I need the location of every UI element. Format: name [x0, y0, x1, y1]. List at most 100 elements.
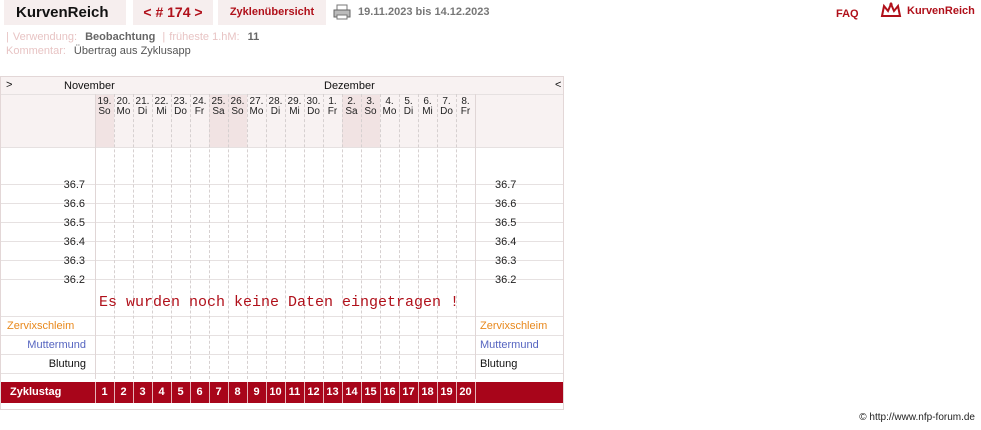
cycle-day-separator — [361, 382, 362, 403]
day-header: 24. Fr — [190, 97, 209, 117]
cycle-day-separator — [190, 382, 191, 403]
temp-tick-left: 36.3 — [63, 255, 85, 267]
day-grid-line — [361, 94, 362, 379]
day-header: 26. So — [228, 97, 247, 117]
cycle-day-separator — [209, 382, 210, 403]
row-label-muttermund-right: Muttermund — [480, 339, 539, 351]
day-weekday: Sa — [345, 106, 358, 117]
cycle-day-number: 12 — [307, 386, 320, 398]
day-weekday: Di — [270, 106, 281, 117]
day-weekday: Fr — [327, 106, 338, 117]
cycle-day-separator — [95, 382, 96, 403]
cycle-day-separator — [437, 382, 438, 403]
cycle-day-separator — [380, 382, 381, 403]
comment-label: Kommentar: — [6, 45, 66, 57]
day-header: 1. Fr — [323, 97, 342, 117]
month-label-november: November — [64, 80, 115, 92]
cycle-day-number: 8 — [234, 386, 241, 398]
grid-line — [1, 94, 563, 95]
grid-line — [1, 335, 563, 336]
day-grid-line — [399, 94, 400, 379]
cycle-day-separator — [399, 382, 400, 403]
cycle-day-separator — [304, 382, 305, 403]
day-header: 20. Mo — [114, 97, 133, 117]
temp-tick-left: 36.7 — [63, 179, 85, 191]
day-weekday: Fr — [460, 106, 471, 117]
grid-line — [1, 241, 563, 242]
day-weekday: So — [231, 106, 244, 117]
temp-tick-right: 36.6 — [495, 198, 517, 210]
temp-tick-right: 36.7 — [495, 179, 517, 191]
cycle-day-number: 13 — [326, 386, 339, 398]
grid-line — [1, 316, 563, 317]
printer-icon[interactable] — [333, 4, 351, 20]
day-grid-line — [323, 94, 324, 379]
grid-line — [1, 354, 563, 355]
day-weekday: Mi — [289, 106, 300, 117]
scroll-right-arrow[interactable]: < — [555, 79, 561, 91]
cycle-day-separator — [475, 382, 476, 403]
earliest-value: 11 — [247, 31, 260, 43]
scroll-left-arrow[interactable]: > — [6, 79, 12, 91]
app-logo[interactable]: KurvenReich — [4, 0, 126, 25]
day-grid-line — [152, 94, 153, 379]
row-label-zervix-right: Zervixschleim — [480, 320, 548, 332]
cycle-day-separator — [247, 382, 248, 403]
day-grid-line — [418, 94, 419, 379]
cycle-day-separator — [171, 382, 172, 403]
cycle-day-bar: Zyklustag 1 2 3 4 5 6 7 8 9 10 11 12 13 14 15 16 17 18 19 2… — [1, 382, 563, 403]
day-header: 28. Di — [266, 97, 285, 117]
faq-link[interactable]: FAQ — [836, 2, 859, 27]
day-weekday: So — [98, 106, 111, 117]
day-grid-line — [114, 94, 115, 379]
cycle-day-number: 3 — [139, 386, 146, 398]
grid-border-left — [95, 94, 96, 379]
cycle-day-separator — [285, 382, 286, 403]
grid-line — [1, 279, 563, 280]
earliest-label: früheste 1.hM: — [169, 31, 240, 43]
meta-usage-row: | Verwendung: Beobachtung | früheste 1.hM: 1… — [6, 30, 259, 44]
cycle-day-number: 16 — [383, 386, 396, 398]
cycle-day-number: 5 — [177, 386, 184, 398]
day-weekday: Mi — [156, 106, 167, 117]
day-header: 7. Do — [437, 97, 456, 117]
cycle-day-separator — [228, 382, 229, 403]
day-weekday: Do — [307, 106, 320, 117]
grid-line — [1, 184, 563, 185]
grid-line — [1, 203, 563, 204]
brand-name[interactable]: KurvenReich — [907, 0, 975, 22]
row-label-muttermund-left: Muttermund — [27, 339, 86, 351]
day-grid-line — [266, 94, 267, 379]
cycle-day-separator — [418, 382, 419, 403]
temp-tick-left: 36.6 — [63, 198, 85, 210]
grid-line — [1, 373, 563, 374]
cycle-overview-link[interactable]: Zyklenübersicht — [218, 0, 326, 25]
day-header: 27. Mo — [247, 97, 266, 117]
day-grid-line — [304, 94, 305, 379]
temp-tick-left: 36.2 — [63, 274, 85, 286]
cycle-day-separator — [114, 382, 115, 403]
day-weekday: So — [364, 106, 377, 117]
day-weekday: Di — [403, 106, 414, 117]
cycle-day-number: 15 — [364, 386, 377, 398]
cycle-day-number: 20 — [459, 386, 472, 398]
day-grid-line — [342, 94, 343, 379]
cycle-day-number: 9 — [253, 386, 260, 398]
cycle-navigator[interactable]: < # 174 > — [133, 0, 213, 25]
cycle-day-number: 14 — [345, 386, 358, 398]
day-weekday: Mo — [249, 106, 264, 117]
crown-icon[interactable] — [880, 2, 902, 20]
cycle-day-separator — [323, 382, 324, 403]
cycle-day-number: 19 — [440, 386, 453, 398]
cycle-day-number: 6 — [196, 386, 203, 398]
cycle-day-number: 18 — [421, 386, 434, 398]
cycle-day-number: 4 — [158, 386, 165, 398]
day-header: 25. Sa — [209, 97, 228, 117]
day-grid-line — [228, 94, 229, 379]
day-header: 19. So — [95, 97, 114, 117]
day-grid-line — [437, 94, 438, 379]
day-header: 30. Do — [304, 97, 323, 117]
separator: | — [6, 31, 9, 43]
usage-value: Beobachtung — [85, 31, 156, 43]
temp-tick-left: 36.5 — [63, 217, 85, 229]
